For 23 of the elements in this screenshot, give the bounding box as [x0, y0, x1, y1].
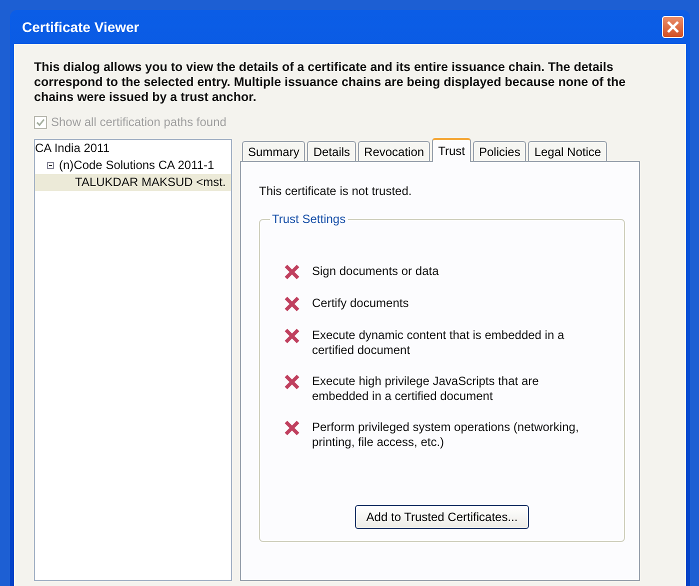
close-button[interactable] — [662, 16, 684, 38]
tree-item[interactable]: (n)Code Solutions CA 2011-1 — [35, 157, 231, 174]
trust-setting-label: Execute high privilege JavaScripts that are embedded in a certified document — [312, 374, 540, 404]
tab[interactable]: Policies — [472, 141, 526, 161]
checkbox-label: Show all certification paths found — [51, 115, 226, 129]
add-trusted-button[interactable]: Add to Trusted Certificates... — [355, 505, 529, 529]
window-title: Certificate Viewer — [22, 19, 140, 35]
tab[interactable]: Legal Notice — [528, 141, 608, 161]
group-title: Trust Settings — [271, 212, 347, 226]
collapse-icon[interactable] — [47, 161, 54, 170]
trust-setting-label: Sign documents or data — [312, 264, 440, 279]
trust-setting-label: Execute dynamic content that is embedded in a certified document — [312, 328, 566, 358]
tree-item[interactable]: CA India 2011 — [35, 140, 231, 157]
tab[interactable]: Trust — [432, 138, 471, 162]
close-icon — [666, 20, 680, 34]
trust-status-text: This certificate is not trusted. — [259, 184, 413, 198]
trust-setting-label: Perform privileged system operations (networking, printing, file access, etc.) — [312, 420, 580, 450]
tab[interactable]: Summary — [242, 141, 306, 161]
tab[interactable]: Details — [307, 141, 356, 161]
tree-item[interactable]: TALUKDAR MAKSUD <mst. — [35, 174, 231, 191]
intro-text: This dialog allows you to view the details of a certificate and its entire issuance chain. The details correspond to the selected entry. Multiple issuance chains are being displayed because none of the chains were issued by a trust anchor. — [34, 60, 627, 105]
tab[interactable]: Revocation — [358, 141, 430, 161]
trust-setting-label: Certify documents — [312, 296, 410, 311]
